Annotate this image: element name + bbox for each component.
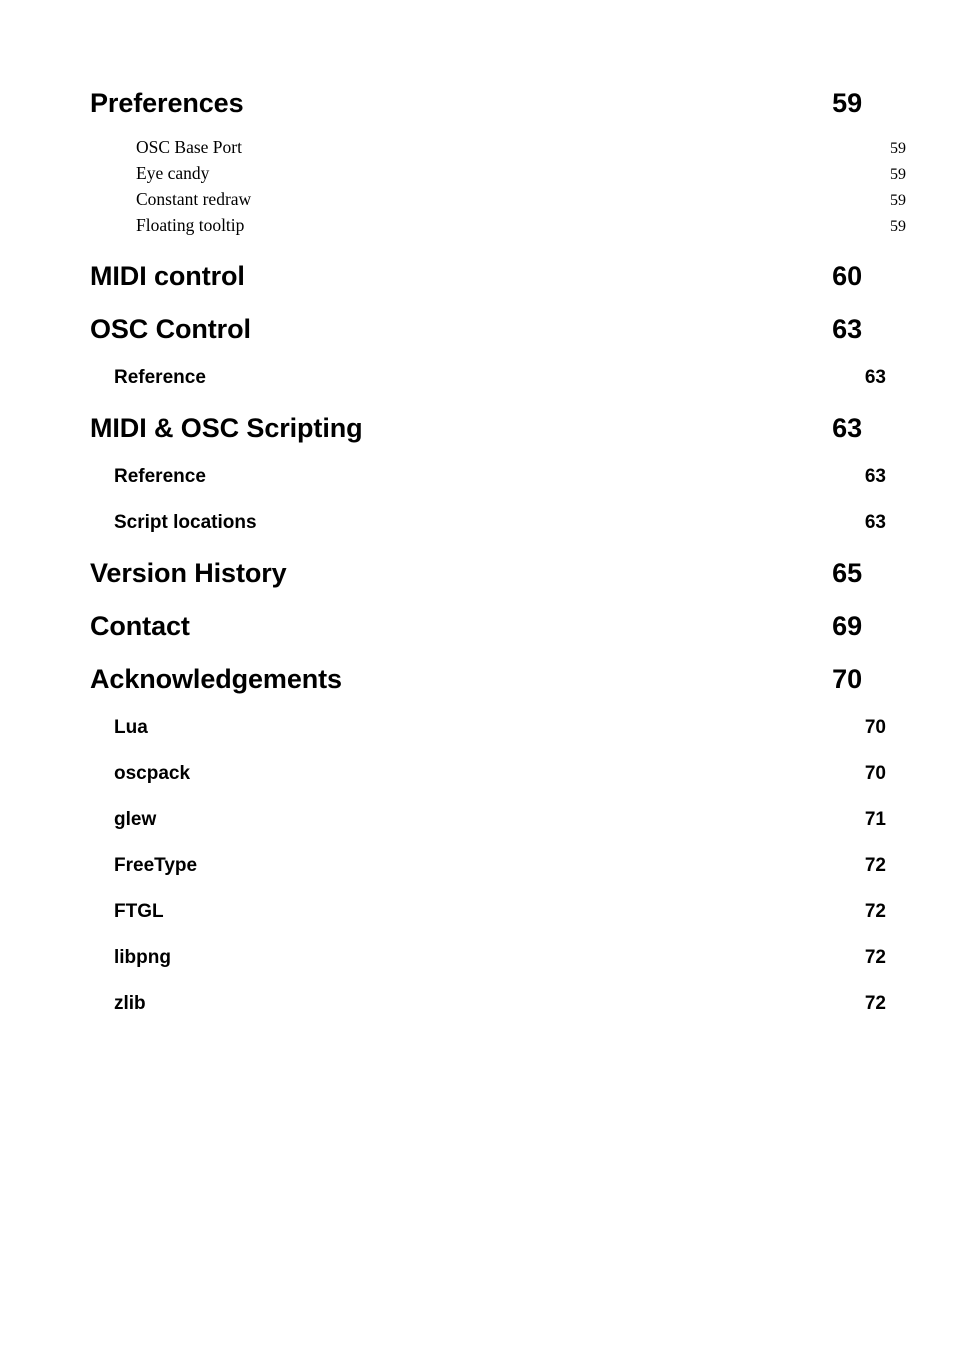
toc-entry-label: glew: [114, 809, 157, 830]
toc-entry-page-number: 72: [864, 855, 886, 876]
table-of-contents: Preferences 59 OSC Base Port 59 Eye candy 59 C…: [90, 88, 906, 1039]
toc-entry-level-1[interactable]: Acknowledgements 70: [90, 664, 862, 694]
toc-entry-label: MIDI & OSC Scripting: [90, 413, 363, 443]
toc-entry-page-number: 59: [890, 192, 906, 209]
toc-entry-level-2[interactable]: glew 71: [90, 809, 886, 831]
toc-entry-level-2[interactable]: libpng 72: [90, 947, 886, 969]
toc-entry-page-number: 72: [864, 993, 886, 1014]
toc-entry-page-number: 70: [864, 717, 886, 738]
toc-entry-label: Reference: [114, 466, 206, 487]
toc-entry-page-number: 63: [832, 314, 862, 344]
toc-entry-page-number: 63: [864, 512, 886, 533]
toc-entry-level-3[interactable]: Floating tooltip 59: [90, 213, 908, 239]
toc-entry-page-number: 63: [864, 367, 886, 388]
toc-entry-page-number: 59: [890, 218, 906, 235]
toc-entry-label: Contact: [90, 611, 190, 641]
toc-entry-level-2[interactable]: Reference 63: [90, 367, 886, 389]
toc-entry-page-number: 59: [890, 166, 906, 183]
toc-entry-page-number: 60: [832, 261, 862, 291]
toc-entry-label: OSC Control: [90, 314, 251, 344]
toc-entry-page-number: 59: [832, 88, 862, 118]
toc-entry-page-number: 72: [864, 947, 886, 968]
toc-entry-level-2[interactable]: Reference 63: [90, 466, 886, 488]
document-page: Preferences 59 OSC Base Port 59 Eye candy 59 C…: [0, 0, 954, 1350]
toc-entry-page-number: 70: [832, 664, 862, 694]
toc-entry-label: FreeType: [114, 855, 198, 876]
toc-entry-page-number: 65: [832, 558, 862, 588]
toc-entry-page-number: 72: [864, 901, 886, 922]
toc-entry-label: Floating tooltip: [136, 215, 245, 235]
toc-entry-label: MIDI control: [90, 261, 245, 291]
toc-entry-level-3[interactable]: Constant redraw 59: [90, 187, 908, 213]
toc-entry-level-2[interactable]: FreeType 72: [90, 855, 886, 877]
toc-entry-page-number: 59: [890, 140, 906, 157]
toc-entry-label: OSC Base Port: [136, 137, 242, 157]
toc-entry-label: Script locations: [114, 512, 257, 533]
toc-entry-label: libpng: [114, 947, 171, 968]
toc-entry-label: zlib: [114, 993, 146, 1014]
toc-entry-level-2[interactable]: Lua 70: [90, 717, 886, 739]
toc-entry-label: oscpack: [114, 763, 191, 784]
toc-entry-level-3[interactable]: OSC Base Port 59: [90, 135, 908, 161]
toc-entry-level-1[interactable]: MIDI control 60: [90, 261, 862, 291]
toc-entry-level-1[interactable]: Preferences 59: [90, 88, 862, 118]
toc-entry-page-number: 69: [832, 611, 862, 641]
toc-entry-level-2[interactable]: FTGL 72: [90, 901, 886, 923]
toc-entry-page-number: 70: [864, 763, 886, 784]
toc-entry-label: Constant redraw: [136, 189, 252, 209]
toc-entry-level-2[interactable]: zlib 72: [90, 993, 886, 1015]
toc-entry-label: Reference: [114, 367, 206, 388]
toc-entry-label: Eye candy: [136, 163, 210, 183]
toc-entry-level-1[interactable]: OSC Control 63: [90, 314, 862, 344]
toc-entry-label: Version History: [90, 558, 287, 588]
toc-entry-level-1[interactable]: Contact 69: [90, 611, 862, 641]
toc-entry-level-3[interactable]: Eye candy 59: [90, 161, 908, 187]
toc-entry-label: Preferences: [90, 88, 244, 118]
toc-entry-label: Lua: [114, 717, 148, 738]
toc-entry-level-1[interactable]: Version History 65: [90, 558, 862, 588]
toc-entry-label: Acknowledgements: [90, 664, 342, 694]
toc-entry-level-1[interactable]: MIDI & OSC Scripting 63: [90, 413, 862, 443]
toc-entry-page-number: 71: [864, 809, 886, 830]
toc-entry-label: FTGL: [114, 901, 164, 922]
toc-entry-page-number: 63: [832, 413, 862, 443]
toc-entry-level-2[interactable]: Script locations 63: [90, 512, 886, 534]
toc-entry-page-number: 63: [864, 466, 886, 487]
toc-entry-level-2[interactable]: oscpack 70: [90, 763, 886, 785]
